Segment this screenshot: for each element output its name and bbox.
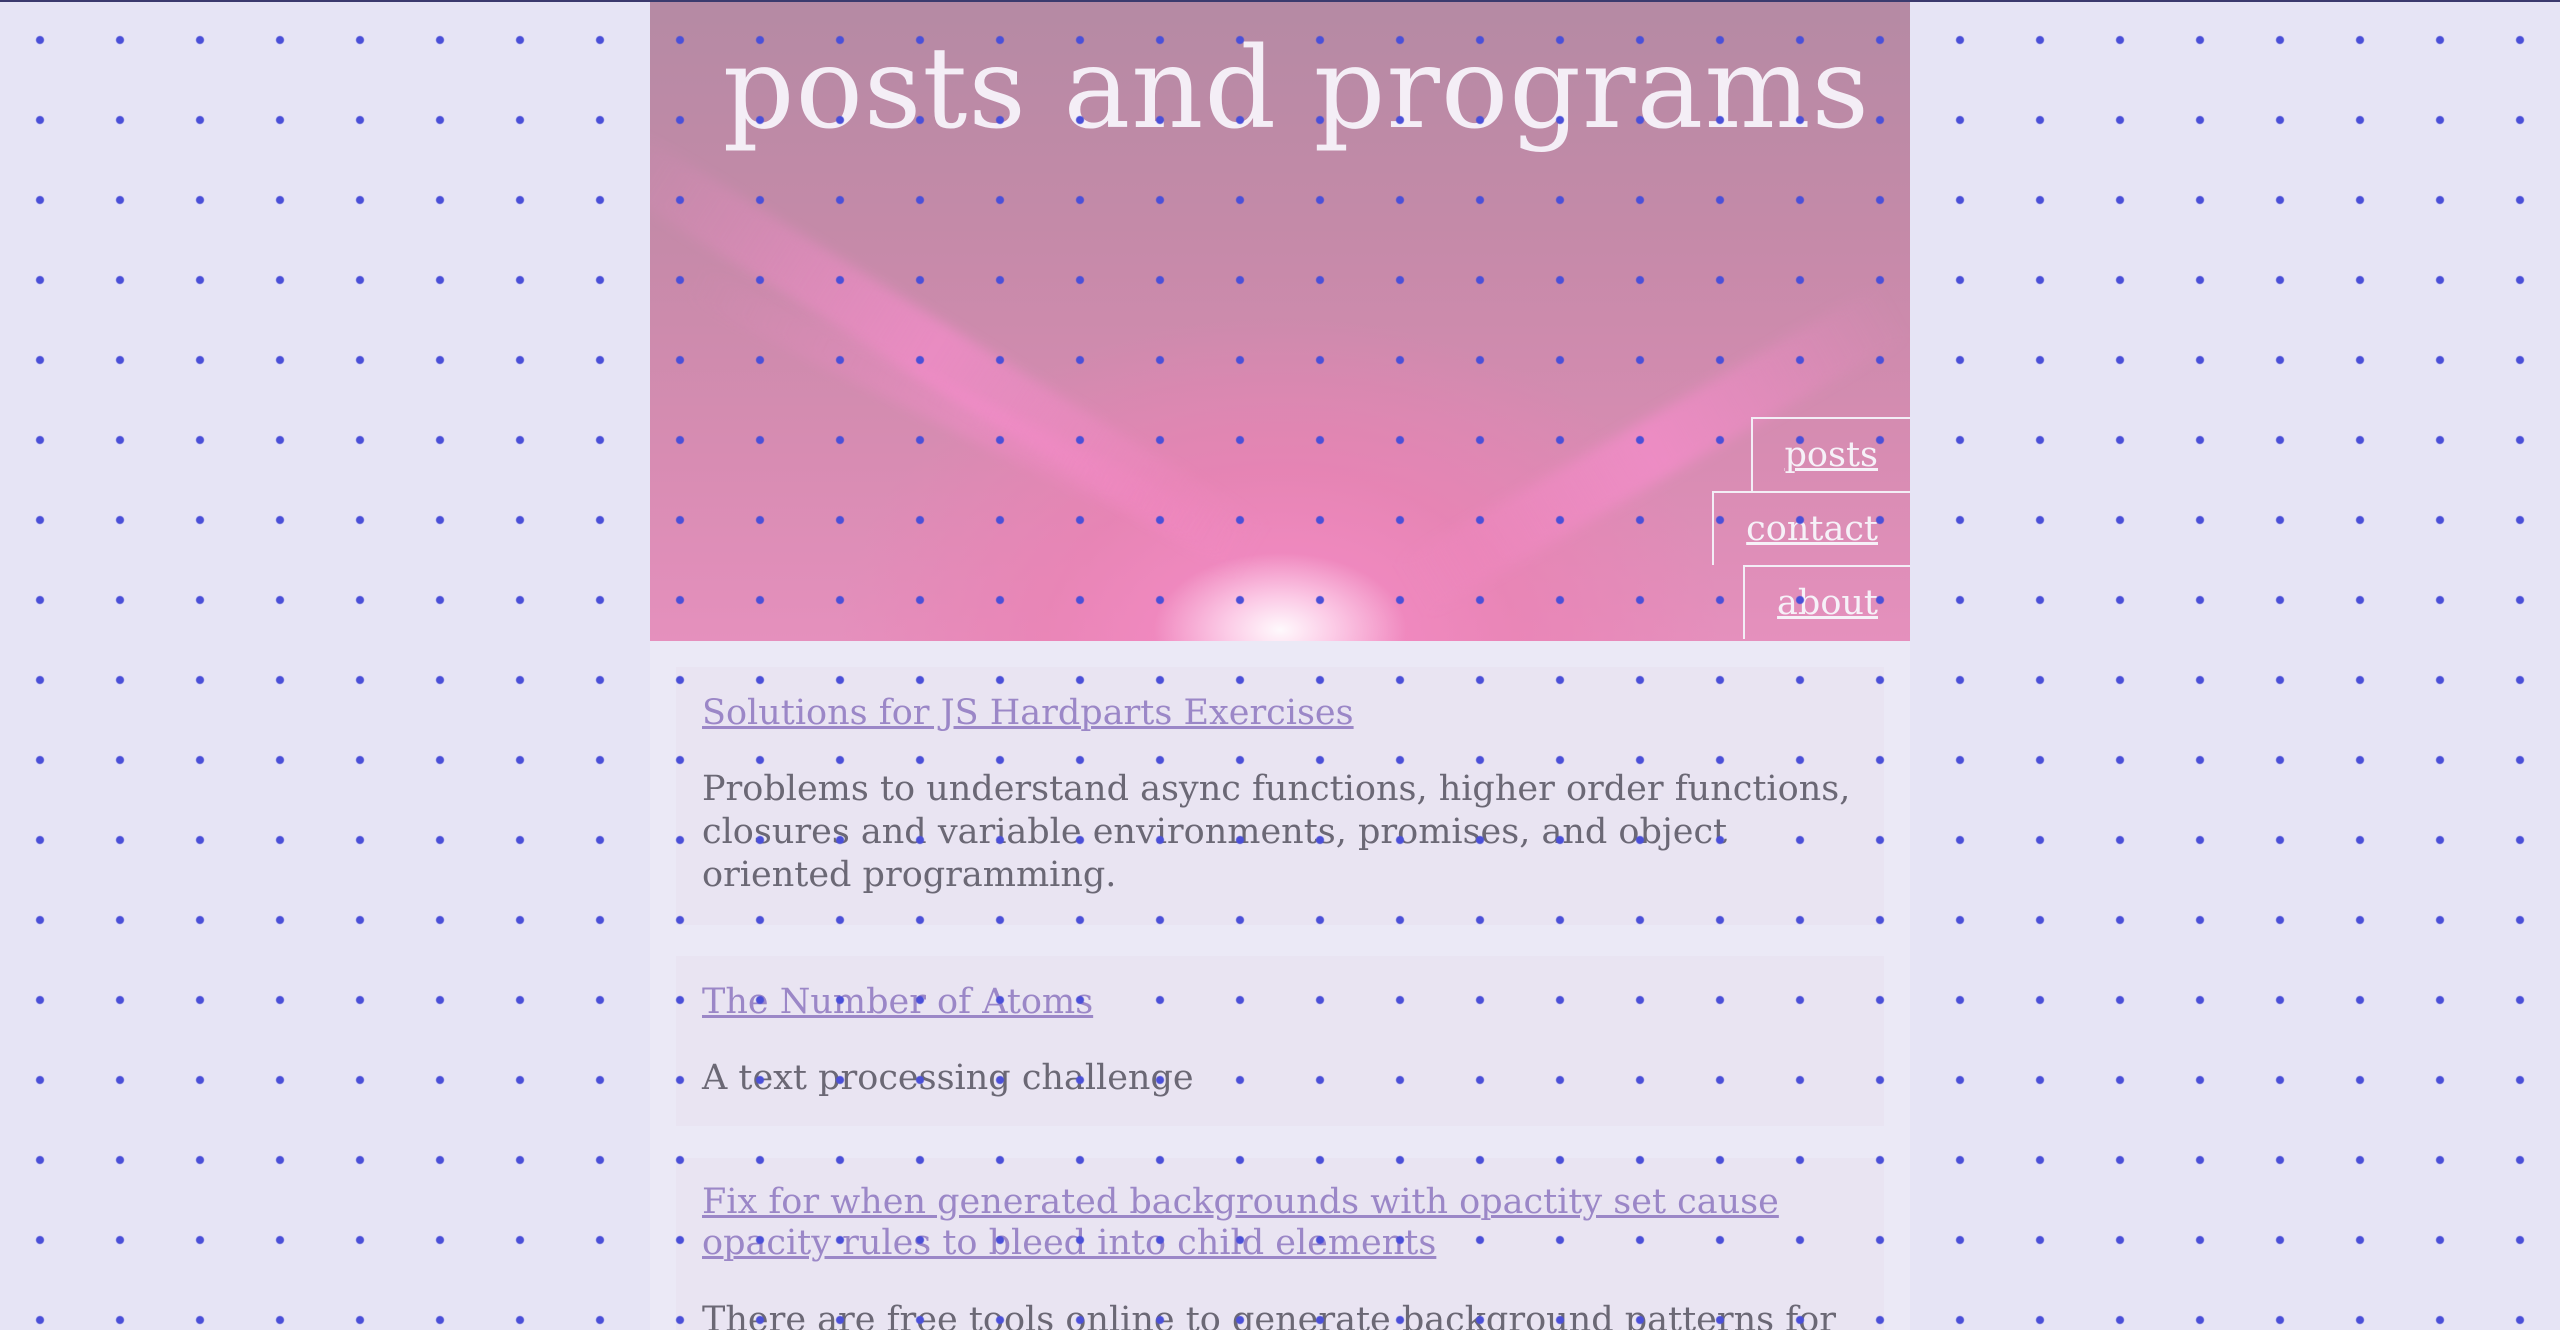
post-title-link[interactable]: The Number of Atoms	[702, 982, 1852, 1023]
post-card: The Number of Atoms A text processing ch…	[676, 956, 1884, 1126]
post-title-link[interactable]: Solutions for JS Hardparts Exercises	[702, 693, 1852, 734]
content-column: posts and programs posts contact about S…	[650, 0, 1910, 1330]
site-header: posts and programs posts contact about	[650, 0, 1910, 641]
main-nav: posts contact about	[1712, 417, 1910, 639]
site-title: posts and programs	[722, 24, 1870, 154]
nav-posts-link[interactable]: posts	[1750, 417, 1910, 491]
post-card: Solutions for JS Hardparts Exercises Pro…	[676, 667, 1884, 925]
header-light-beam	[681, 262, 1257, 570]
post-description: A text processing challenge	[702, 1058, 1194, 1098]
post-card: Fix for when generated backgrounds with …	[676, 1158, 1884, 1330]
post-description: Problems to understand async functions, …	[702, 769, 1851, 895]
post-description: There are free tools online to generate …	[702, 1300, 1836, 1330]
nav-about-link[interactable]: about	[1743, 565, 1910, 639]
top-border	[0, 0, 2560, 2]
nav-contact-link[interactable]: contact	[1712, 491, 1910, 565]
post-title-link[interactable]: Fix for when generated backgrounds with …	[702, 1182, 1852, 1264]
